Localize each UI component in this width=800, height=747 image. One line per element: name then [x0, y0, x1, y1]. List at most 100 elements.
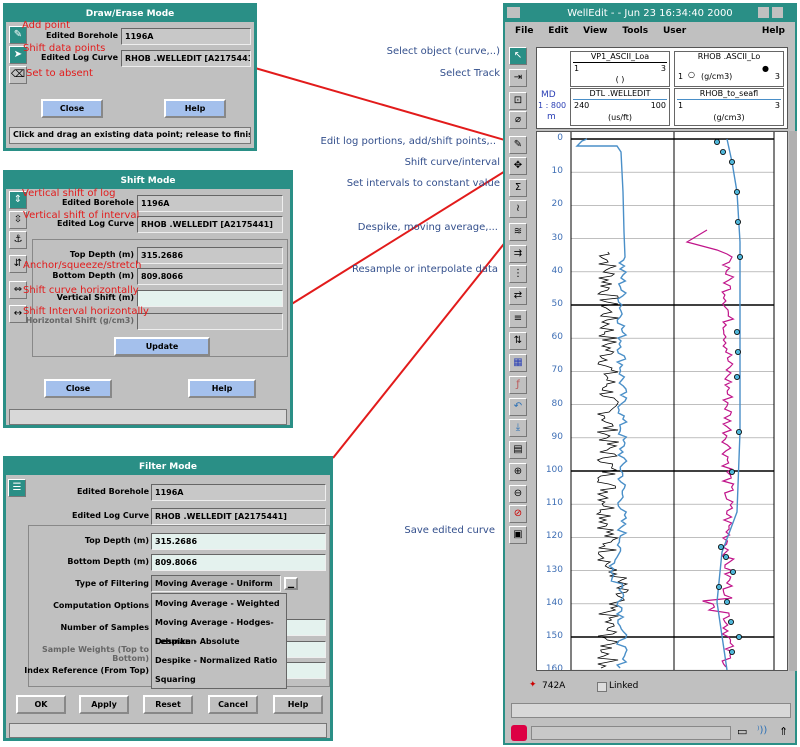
maximize-icon[interactable]	[772, 7, 783, 18]
constant-value-tool[interactable]: Σ	[509, 179, 527, 197]
filter-dropdown-list[interactable]: Moving Average - Weighted Moving Average…	[151, 593, 287, 689]
data-point[interactable]	[728, 649, 735, 656]
zoom-in-icon[interactable]: ⊕	[509, 463, 527, 481]
linked-checkbox[interactable]	[597, 682, 607, 692]
menu-view[interactable]: View	[583, 26, 607, 36]
help-button[interactable]: Help	[273, 695, 323, 714]
apply-button[interactable]: Apply	[79, 695, 129, 714]
help-button[interactable]: Help	[188, 379, 256, 398]
data-point[interactable]	[728, 158, 735, 165]
dropdown-option[interactable]: Moving Average - Weighted	[152, 594, 286, 613]
log-tracks	[570, 132, 775, 670]
data-point[interactable]	[717, 543, 724, 550]
top-depth-field[interactable]: 315.2686	[137, 247, 283, 264]
curve-max: 100	[650, 101, 666, 110]
filter-mode-icon[interactable]: ☰	[8, 479, 26, 497]
filter-title: Filter Mode	[6, 459, 330, 475]
function-icon[interactable]: ƒ	[509, 376, 527, 394]
ok-button[interactable]: OK	[16, 695, 66, 714]
log-plot-area[interactable]: 0 10 20 30 40 50 60 70 80 90 100 110 120 130 140 150 160	[536, 131, 788, 671]
signal-icon[interactable]: ⁾))	[757, 725, 767, 736]
data-point[interactable]	[733, 373, 740, 380]
splice-tool[interactable]: ⇄	[509, 287, 527, 305]
bottom-depth-field[interactable]: 809.8066	[151, 554, 326, 571]
dropdown-option[interactable]: Squaring	[152, 670, 286, 689]
track2-curve2[interactable]: RHOB_to_seafl 1 3 (g/cm3)	[674, 88, 784, 126]
track1-curve1[interactable]: VP1_ASCII_Loa 1 3 ( )	[570, 51, 670, 87]
track2-curve1[interactable]: RHOB .ASCII_Lo 1 ○ (g/cm3) ● 3	[674, 51, 784, 87]
data-point[interactable]	[728, 468, 735, 475]
interpolate-tool[interactable]: ⋮	[509, 265, 527, 283]
vertical-shift-field[interactable]	[137, 290, 283, 307]
top-depth-field[interactable]: 315.2686	[151, 533, 326, 550]
data-point[interactable]	[734, 348, 741, 355]
data-point[interactable]	[734, 219, 741, 226]
weights-field[interactable]	[286, 641, 326, 658]
dropdown-option[interactable]: Despike - Absolute	[152, 632, 286, 651]
data-point[interactable]	[727, 618, 734, 625]
vertical-scrollbar[interactable]	[789, 131, 797, 671]
table-icon[interactable]: ▤	[509, 441, 527, 459]
select-track-tool[interactable]: ⇥	[509, 69, 527, 87]
filter-tool[interactable]: ≋	[509, 223, 527, 241]
zoom-reset-icon[interactable]: ⊘	[509, 505, 527, 523]
save-icon[interactable]: ▣	[509, 526, 527, 544]
window-menu-icon[interactable]	[507, 7, 520, 18]
data-point[interactable]	[723, 598, 730, 605]
close-button[interactable]: Close	[41, 99, 103, 118]
zoom-out-icon[interactable]: ⊖	[509, 485, 527, 503]
filter-type-select[interactable]: Moving Average - Uniform	[151, 575, 281, 592]
help-button[interactable]: Help	[164, 99, 226, 118]
resample-tool[interactable]: ⇉	[509, 245, 527, 263]
anchor-tool[interactable]: ⚓	[9, 231, 27, 249]
index-field[interactable]	[286, 662, 326, 679]
menu-help[interactable]: Help	[762, 26, 785, 36]
undo-icon[interactable]: ↶	[509, 398, 527, 416]
dropdown-option[interactable]: Despike - Normalized Ratio	[152, 651, 286, 670]
well-marker-icon: ✦	[529, 680, 537, 690]
import-icon[interactable]: ⤓	[509, 419, 527, 437]
cancel-button[interactable]: Cancel	[208, 695, 258, 714]
help-query-icon[interactable]: ⇑	[779, 725, 788, 738]
data-point[interactable]	[719, 148, 726, 155]
depth-shift-tool[interactable]: ⇅	[509, 332, 527, 350]
calendar-icon[interactable]: ▦	[509, 354, 527, 372]
select-object-tool[interactable]: ↖	[509, 47, 527, 65]
reset-button[interactable]: Reset	[143, 695, 193, 714]
pointer-line-draw	[254, 67, 516, 144]
data-point[interactable]	[735, 633, 742, 640]
data-point[interactable]	[736, 254, 743, 261]
data-point[interactable]	[733, 189, 740, 196]
data-point[interactable]	[715, 583, 722, 590]
move-cross-tool[interactable]: ✥	[509, 157, 527, 175]
screen-icon[interactable]: ▭	[737, 725, 747, 738]
update-button[interactable]: Update	[114, 337, 210, 356]
track1-curve2[interactable]: DTL .WELLEDIT 240 100 (us/ft)	[570, 88, 670, 126]
dropdown-option[interactable]: Moving Average - Hodges-Lehmann	[152, 613, 286, 646]
bottom-depth-field[interactable]: 809.8066	[137, 268, 283, 285]
data-point[interactable]	[733, 328, 740, 335]
bottom-bar: ✦ 742A Linked	[509, 677, 793, 697]
merge-tool[interactable]: ≡	[509, 310, 527, 328]
data-point[interactable]	[722, 553, 729, 560]
curve-unit: (g/cm3)	[713, 113, 745, 122]
set-absent-tool[interactable]: ⌫	[9, 66, 27, 84]
note-anchor: Anchor/squeeze/stretch	[23, 260, 142, 271]
filter-mode-panel: Filter Mode ☰ Edited Borehole 1196A Edit…	[3, 456, 333, 741]
data-point[interactable]	[713, 139, 720, 145]
data-point[interactable]	[729, 568, 736, 575]
depth-select-tool[interactable]: ⊡	[509, 92, 527, 110]
data-point[interactable]	[735, 428, 742, 435]
despike-tool[interactable]: ≀	[509, 200, 527, 218]
menu-edit[interactable]: Edit	[548, 26, 568, 36]
close-button[interactable]: Close	[44, 379, 112, 398]
eraser-tool[interactable]: ⌀	[509, 111, 527, 129]
menu-file[interactable]: File	[515, 26, 533, 36]
pencil-edit-tool[interactable]: ✎	[509, 136, 527, 154]
samples-field[interactable]	[286, 619, 326, 636]
minimize-icon[interactable]	[758, 7, 769, 18]
menu-tools[interactable]: Tools	[622, 26, 648, 36]
dropdown-arrow-icon[interactable]: ▁	[284, 577, 298, 590]
menu-user[interactable]: User	[663, 26, 686, 36]
horizontal-shift-field[interactable]	[137, 313, 283, 330]
